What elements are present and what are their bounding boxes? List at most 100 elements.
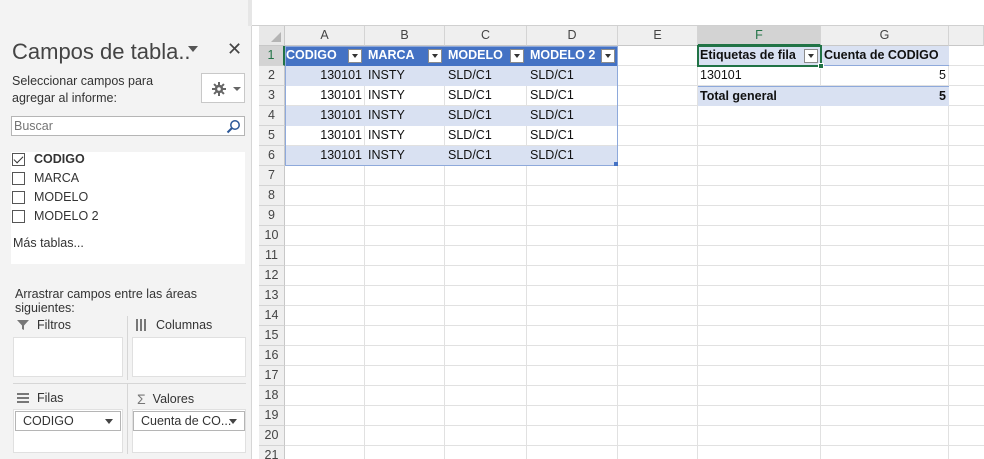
rows-label: Filas xyxy=(37,391,64,405)
search-icon[interactable] xyxy=(226,119,241,134)
filter-dropdown-button[interactable] xyxy=(348,49,362,63)
rows-field-label: CODIGO xyxy=(23,414,74,428)
table-cell[interactable]: SLD/C1 xyxy=(445,106,527,126)
table-cell[interactable]: 130101 xyxy=(285,146,365,166)
columns-drop-area[interactable] xyxy=(132,337,246,377)
filters-label: Filtros xyxy=(37,318,72,332)
field-list-settings-button[interactable] xyxy=(201,73,245,103)
field-search-box[interactable] xyxy=(11,116,245,136)
column-header-g[interactable]: G xyxy=(821,26,949,46)
more-tables-link[interactable]: Más tablas... xyxy=(13,236,84,250)
row-header-7[interactable]: 7 xyxy=(259,166,285,186)
field-checkbox-modelo[interactable] xyxy=(12,190,25,204)
field-item-modelo[interactable]: MODELO xyxy=(12,188,88,206)
table-cell[interactable]: INSTY xyxy=(365,146,445,166)
column-header-b[interactable]: B xyxy=(365,26,445,46)
close-pane-button[interactable]: ✕ xyxy=(227,39,242,60)
row-header-13[interactable]: 13 xyxy=(259,286,285,306)
row-header-1[interactable]: 1 xyxy=(259,46,285,66)
pivot-total-label[interactable]: Total general xyxy=(698,86,821,106)
row-header-16[interactable]: 16 xyxy=(259,346,285,366)
column-header-d[interactable]: D xyxy=(527,26,618,46)
column-header-f[interactable]: F xyxy=(698,26,821,46)
row-header-4[interactable]: 4 xyxy=(259,106,285,126)
field-item-marca[interactable]: MARCA xyxy=(12,169,79,187)
table-cell[interactable]: SLD/C1 xyxy=(445,66,527,86)
row-header-2[interactable]: 2 xyxy=(259,66,285,86)
chevron-down-icon[interactable] xyxy=(229,419,237,424)
table-cell[interactable]: INSTY xyxy=(365,126,445,146)
row-header-17[interactable]: 17 xyxy=(259,366,285,386)
select-all-button[interactable] xyxy=(259,26,285,46)
table-cell[interactable]: 130101 xyxy=(285,106,365,126)
field-checkbox-marca[interactable] xyxy=(12,171,25,185)
table-cell[interactable]: SLD/C1 xyxy=(527,86,618,106)
row-header-15[interactable]: 15 xyxy=(259,326,285,346)
table-cell[interactable]: SLD/C1 xyxy=(445,86,527,106)
filter-icon xyxy=(17,320,29,330)
row-header-9[interactable]: 9 xyxy=(259,206,285,226)
table-cell[interactable]: SLD/C1 xyxy=(445,146,527,166)
table-cell[interactable]: 130101 xyxy=(285,86,365,106)
pivot-row-item[interactable]: 130101 xyxy=(698,66,821,86)
field-list: CODIGO MARCA MODELO MODELO 2 Más tablas.… xyxy=(11,152,245,264)
pane-splitter[interactable] xyxy=(0,271,252,275)
field-search-input[interactable] xyxy=(14,118,224,134)
column-header-e[interactable]: E xyxy=(618,26,698,46)
columns-icon xyxy=(136,319,146,331)
grid-gutter xyxy=(252,26,259,459)
row-header-18[interactable]: 18 xyxy=(259,386,285,406)
rows-field-pill[interactable]: CODIGO xyxy=(15,411,121,431)
row-header-19[interactable]: 19 xyxy=(259,406,285,426)
column-header-c[interactable]: C xyxy=(445,26,527,46)
field-label: MODELO 2 xyxy=(34,209,99,223)
values-field-pill[interactable]: Cuenta de CO... xyxy=(133,411,245,431)
row-header-8[interactable]: 8 xyxy=(259,186,285,206)
columns-area-label: Columnas xyxy=(136,318,212,332)
pivot-value-header[interactable]: Cuenta de CODIGO xyxy=(821,46,949,66)
pivot-field-pane: Campos de tabla.. ✕ Seleccionar campos p… xyxy=(0,0,252,459)
row-header-11[interactable]: 11 xyxy=(259,246,285,266)
field-item-modelo-2[interactable]: MODELO 2 xyxy=(12,207,99,225)
pivot-row-value[interactable]: 5 xyxy=(821,66,949,86)
area-separator xyxy=(13,383,246,384)
field-checkbox-codigo[interactable] xyxy=(12,152,25,166)
gear-icon xyxy=(212,82,226,96)
pane-options-dropdown-icon[interactable] xyxy=(188,46,198,52)
row-header-6[interactable]: 6 xyxy=(259,146,285,166)
table-cell[interactable]: SLD/C1 xyxy=(527,106,618,126)
row-header-21[interactable]: 21 xyxy=(259,446,285,459)
table-cell[interactable]: SLD/C1 xyxy=(445,126,527,146)
field-item-codigo[interactable]: CODIGO xyxy=(12,150,85,168)
filter-dropdown-button[interactable] xyxy=(510,49,524,63)
table-cell[interactable]: 130101 xyxy=(285,66,365,86)
filters-drop-area[interactable] xyxy=(13,337,123,377)
table-resize-handle[interactable] xyxy=(614,162,618,166)
field-checkbox-modelo-2[interactable] xyxy=(12,209,25,223)
column-header-a[interactable]: A xyxy=(285,26,365,46)
column-header-h[interactable] xyxy=(949,26,984,46)
pivot-row-label-header[interactable]: Etiquetas de fila xyxy=(698,46,821,66)
table-cell[interactable]: 130101 xyxy=(285,126,365,146)
table-cell[interactable]: SLD/C1 xyxy=(527,146,618,166)
row-header-20[interactable]: 20 xyxy=(259,426,285,446)
row-header-3[interactable]: 3 xyxy=(259,86,285,106)
row-header-12[interactable]: 12 xyxy=(259,266,285,286)
table-cell[interactable]: SLD/C1 xyxy=(527,66,618,86)
cell-grid[interactable]: CODIGO MARCA MODELO MODELO 2 130101 INST… xyxy=(285,45,984,459)
table-cell[interactable]: INSTY xyxy=(365,86,445,106)
pivot-total-value[interactable]: 5 xyxy=(821,86,949,106)
table-cell[interactable]: SLD/C1 xyxy=(527,126,618,146)
table-cell[interactable]: INSTY xyxy=(365,106,445,126)
filter-dropdown-button[interactable] xyxy=(428,49,442,63)
row-header-10[interactable]: 10 xyxy=(259,226,285,246)
row-header-5[interactable]: 5 xyxy=(259,126,285,146)
row-header-14[interactable]: 14 xyxy=(259,306,285,326)
values-label: Valores xyxy=(152,392,195,406)
filter-dropdown-button[interactable] xyxy=(601,49,615,63)
table-cell[interactable]: INSTY xyxy=(365,66,445,86)
chevron-down-icon[interactable] xyxy=(105,419,113,424)
drag-hint-text: Arrastrar campos entre las áreas siguien… xyxy=(15,287,198,315)
pivot-filter-dropdown-button[interactable] xyxy=(804,49,818,63)
sigma-icon: Σ xyxy=(137,391,146,407)
